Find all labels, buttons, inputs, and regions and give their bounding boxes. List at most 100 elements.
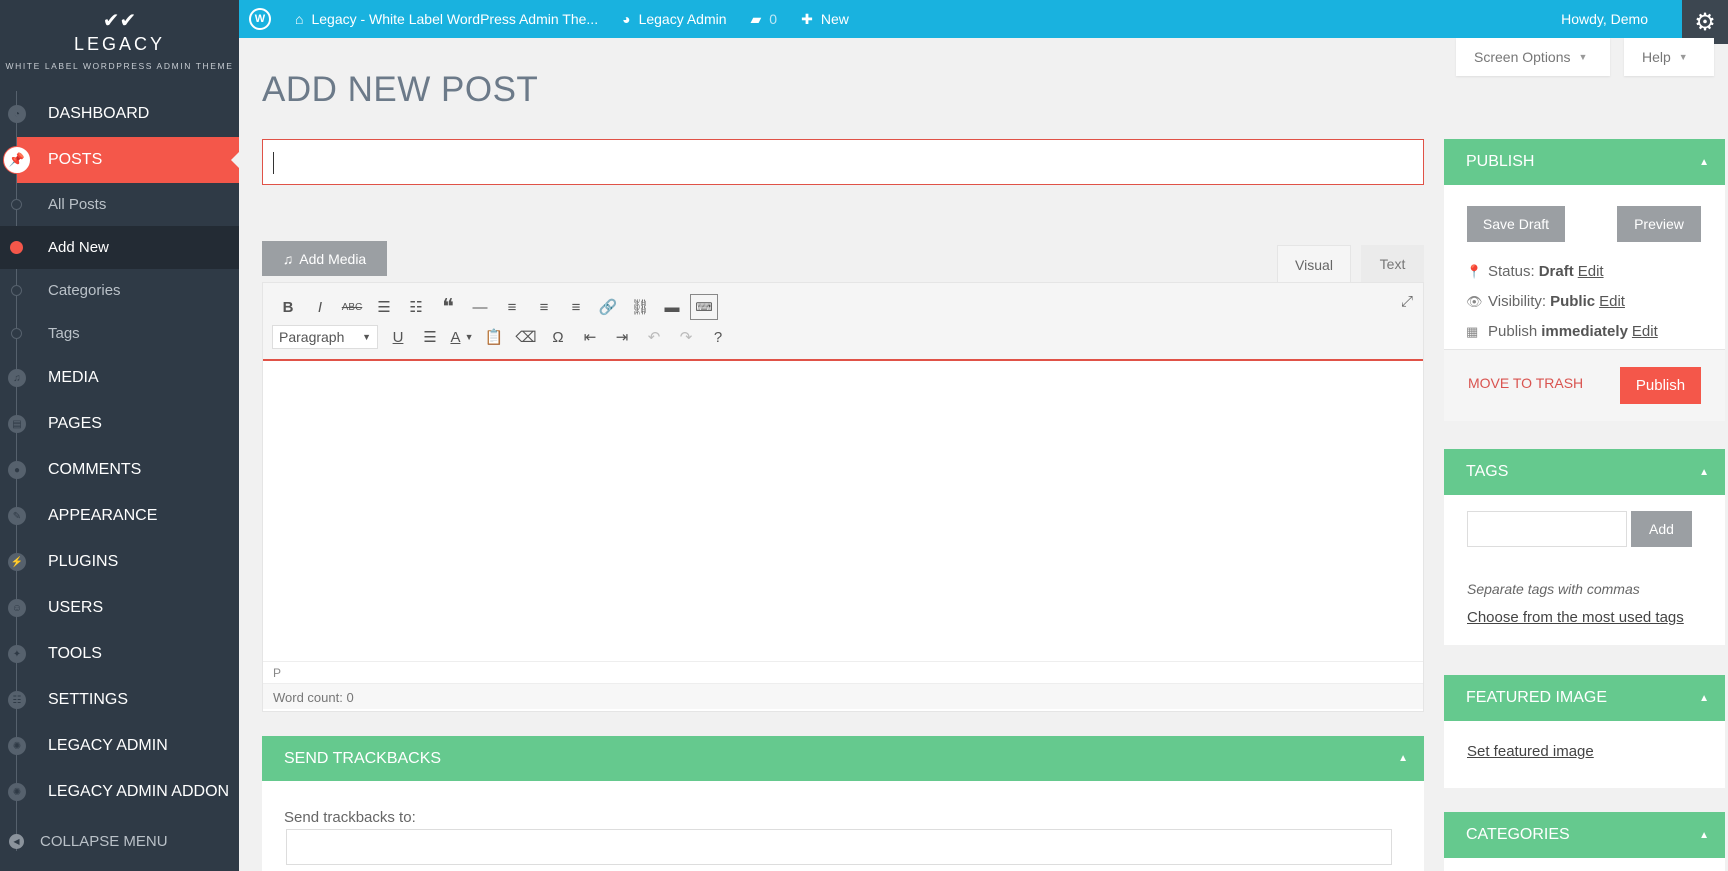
help-button[interactable]: Help ▼ (1624, 38, 1714, 76)
menu-item-media[interactable]: ♫ MEDIA (0, 355, 239, 401)
edit-status-link[interactable]: Edit (1578, 263, 1604, 280)
wordpress-logo-icon[interactable]: W (249, 8, 271, 30)
collapse-menu-button[interactable]: ◀ COLLAPSE MENU (0, 826, 168, 856)
howdy-user[interactable]: Howdy, Demo (1561, 0, 1648, 38)
text-caret (273, 152, 274, 174)
redo-icon[interactable]: ↷ (670, 323, 702, 351)
save-draft-button[interactable]: Save Draft (1467, 206, 1565, 242)
featured-image-header[interactable]: FEATURED IMAGE ▲ (1444, 675, 1725, 721)
toggle-arrow-icon[interactable]: ▲ (1699, 830, 1709, 841)
submenu-categories[interactable]: Categories (0, 269, 239, 312)
horizontal-rule-icon[interactable]: — (464, 293, 496, 321)
admin-menu: ◔ DASHBOARD 📌 POSTS All Posts Add New Ca… (0, 91, 239, 851)
menu-item-tools[interactable]: ✦ TOOLS (0, 631, 239, 677)
edit-schedule-link[interactable]: Edit (1632, 323, 1658, 340)
publish-box: PUBLISH ▲ Save Draft Preview 📍 Status: Dr… (1444, 139, 1725, 421)
submenu-all-posts[interactable]: All Posts (0, 183, 239, 226)
move-to-trash-link[interactable]: MOVE TO TRASH (1468, 375, 1583, 391)
gear-icon: ✺ (8, 783, 26, 801)
most-used-tags-link[interactable]: Choose from the most used tags (1467, 609, 1684, 626)
categories-header[interactable]: CATEGORIES ▲ (1444, 812, 1725, 858)
set-featured-image-link[interactable]: Set featured image (1467, 743, 1594, 760)
italic-icon[interactable]: I (304, 293, 336, 321)
menu-item-settings[interactable]: ☷ SETTINGS (0, 677, 239, 723)
home-icon: ⌂ (295, 11, 304, 27)
tags-header[interactable]: TAGS ▲ (1444, 449, 1725, 495)
bullet-list-icon[interactable]: ☰ (368, 293, 400, 321)
add-media-label: Add Media (299, 250, 367, 267)
link-icon[interactable]: 🔗 (592, 293, 624, 321)
submenu-tags[interactable]: Tags (0, 312, 239, 355)
align-right-icon[interactable]: ≡ (560, 293, 592, 321)
submenu-dot (11, 285, 22, 296)
text-color-icon[interactable]: A ▼ (446, 323, 478, 351)
visibility-label: Visibility: (1488, 293, 1547, 310)
numbered-list-icon[interactable]: ☷ (400, 293, 432, 321)
align-left-icon[interactable]: ≡ (496, 293, 528, 321)
legacy-admin-link[interactable]: ◕ Legacy Admin (610, 0, 738, 38)
toolbar-toggle-icon[interactable]: ⌨ (690, 294, 718, 320)
tab-text[interactable]: Text (1361, 245, 1424, 283)
menu-item-users[interactable]: ☺ USERS (0, 585, 239, 631)
toggle-arrow-icon[interactable]: ▲ (1398, 753, 1408, 764)
underline-icon[interactable]: U (382, 323, 414, 351)
outdent-icon[interactable]: ⇤ (574, 323, 606, 351)
edit-visibility-link[interactable]: Edit (1599, 293, 1625, 310)
menu-item-comments[interactable]: ● COMMENTS (0, 447, 239, 493)
collapse-label: COLLAPSE MENU (40, 832, 168, 850)
read-more-icon[interactable]: ▬ (656, 293, 688, 321)
preview-button[interactable]: Preview (1617, 206, 1701, 242)
site-link[interactable]: ⌂ Legacy - White Label WordPress Admin T… (283, 0, 610, 38)
blockquote-icon[interactable]: ❝ (432, 293, 464, 321)
format-select[interactable]: Paragraph ▼ (272, 325, 378, 349)
menu-item-legacy-admin-addon[interactable]: ✺ LEGACY ADMIN ADDON (0, 769, 239, 815)
submenu-dot (10, 241, 23, 254)
undo-icon[interactable]: ↶ (638, 323, 670, 351)
menu-item-appearance[interactable]: ✎ APPEARANCE (0, 493, 239, 539)
bold-icon[interactable]: B (272, 293, 304, 321)
justify-icon[interactable]: ☰ (414, 323, 446, 351)
pin-icon: 📌 (3, 146, 31, 174)
trackbacks-header[interactable]: SEND TRACKBACKS ▲ (262, 736, 1424, 781)
submenu-label: Categories (48, 282, 121, 299)
tag-input[interactable] (1467, 511, 1627, 547)
publish-actions: MOVE TO TRASH Publish (1444, 349, 1725, 421)
new-label: New (820, 11, 849, 27)
submenu-add-new[interactable]: Add New (0, 226, 239, 269)
tags-box: TAGS ▲ Add Separate tags with commas Cho… (1444, 449, 1725, 645)
clear-format-icon[interactable]: ⌫ (510, 323, 542, 351)
new-content-link[interactable]: ✚ New (789, 0, 861, 38)
menu-item-legacy-admin[interactable]: ✺ LEGACY ADMIN (0, 723, 239, 769)
add-media-button[interactable]: ♫ Add Media (262, 241, 387, 276)
trackbacks-input[interactable] (286, 829, 1392, 865)
toggle-arrow-icon[interactable]: ▲ (1699, 467, 1709, 478)
align-center-icon[interactable]: ≡ (528, 293, 560, 321)
add-tag-button[interactable]: Add (1631, 511, 1692, 547)
menu-item-dashboard[interactable]: ◔ DASHBOARD (0, 91, 239, 137)
admin-bar: W ⌂ Legacy - White Label WordPress Admin… (239, 0, 1728, 44)
indent-icon[interactable]: ⇥ (606, 323, 638, 351)
toggle-arrow-icon[interactable]: ▲ (1699, 693, 1709, 704)
editor-content-area[interactable] (263, 361, 1423, 661)
toggle-arrow-icon[interactable]: ▲ (1699, 157, 1709, 168)
menu-item-pages[interactable]: ▤ PAGES (0, 401, 239, 447)
menu-item-posts[interactable]: 📌 POSTS (3, 137, 239, 183)
logo[interactable]: ✔✔ LEGACY WHITE LABEL WORDPRESS ADMIN TH… (0, 0, 239, 91)
publish-button[interactable]: Publish (1620, 367, 1701, 404)
screen-options-button[interactable]: Screen Options ▼ (1456, 38, 1610, 76)
menu-item-plugins[interactable]: ⚡ PLUGINS (0, 539, 239, 585)
help-icon[interactable]: ? (702, 323, 734, 351)
tab-visual[interactable]: Visual (1277, 245, 1351, 283)
strikethrough-icon[interactable]: ABC (336, 293, 368, 321)
unlink-icon[interactable]: ⛓ (624, 293, 656, 321)
comments-link[interactable]: ▰ 0 (739, 0, 790, 38)
schedule-value: immediately (1541, 323, 1628, 340)
paste-text-icon[interactable]: 📋 (478, 323, 510, 351)
site-name: Legacy - White Label WordPress Admin The… (311, 11, 599, 27)
plug-icon: ⚡ (8, 553, 26, 571)
fullscreen-icon[interactable]: ⤢ (1401, 293, 1413, 310)
special-character-icon[interactable]: Ω (542, 323, 574, 351)
post-title-input[interactable] (262, 139, 1424, 185)
publish-header[interactable]: PUBLISH ▲ (1444, 139, 1725, 185)
trackbacks-body: Send trackbacks to: (262, 781, 1424, 871)
